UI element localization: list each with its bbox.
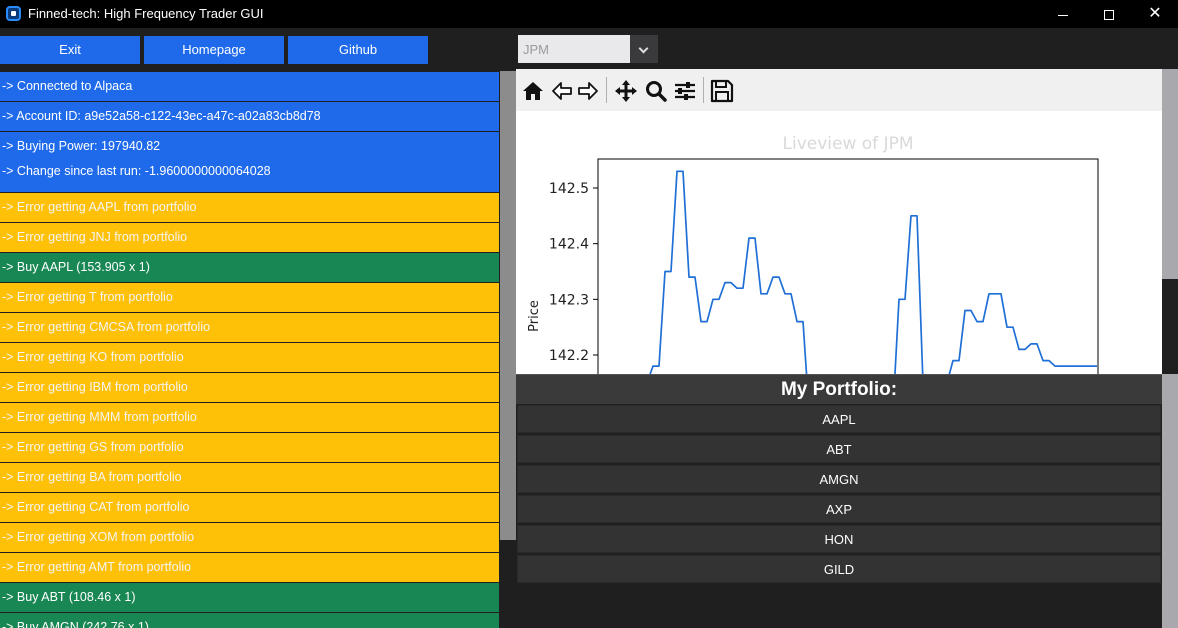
- title-bar[interactable]: Finned-tech: High Frequency Trader GUI ✕: [0, 0, 1178, 28]
- log-entry: -> Buying Power: 197940.82: [0, 132, 499, 161]
- log-entry: -> Error getting T from portfolio: [0, 283, 499, 312]
- zoom-magnifier-icon[interactable]: [643, 78, 669, 104]
- log-entry: -> Error getting IBM from portfolio: [0, 373, 499, 402]
- log-entry: -> Error getting GS from portfolio: [0, 433, 499, 462]
- y-tick-label: 142.4: [549, 237, 589, 253]
- ticker-select-value: JPM: [523, 42, 549, 57]
- back-arrow-icon[interactable]: [549, 78, 575, 104]
- toolbar-separator: [703, 77, 704, 103]
- log-entry: -> Error getting JNJ from portfolio: [0, 223, 499, 252]
- plot-toolbar: [516, 69, 1162, 111]
- minimize-button[interactable]: [1040, 0, 1086, 28]
- configure-sliders-icon[interactable]: [672, 78, 698, 104]
- log-entry: -> Error getting BA from portfolio: [0, 463, 499, 492]
- y-axis-label: Price: [527, 300, 542, 332]
- portfolio-panel: My Portfolio: AAPL ABT AMGN AXP HON GILD: [516, 374, 1162, 628]
- maximize-icon: [1104, 10, 1114, 21]
- portfolio-item[interactable]: ABT: [517, 435, 1161, 463]
- close-icon: ✕: [1148, 5, 1162, 22]
- chart-panel: Liveview of JPM 142.5 142.4 142.3 142.2 Price: [516, 69, 1162, 374]
- chart-title: Liveview of JPM: [783, 134, 914, 154]
- home-icon[interactable]: [520, 78, 546, 104]
- pan-move-icon[interactable]: [613, 78, 639, 104]
- log-entry: -> Account ID: a9e52a58-c122-43ec-a47c-a…: [0, 102, 499, 131]
- y-tick-label: 142.3: [549, 292, 589, 308]
- app-window: Finned-tech: High Frequency Trader GUI ✕…: [0, 0, 1178, 628]
- log-entry: -> Buy AMGN (242.76 x 1): [0, 613, 499, 628]
- portfolio-item[interactable]: AXP: [517, 495, 1161, 523]
- save-disk-icon[interactable]: [709, 78, 735, 104]
- log-scrollbar[interactable]: [500, 71, 516, 540]
- portfolio-item[interactable]: GILD: [517, 555, 1161, 583]
- log-entry: -> Error getting KO from portfolio: [0, 343, 499, 372]
- forward-arrow-icon[interactable]: [575, 78, 601, 104]
- portfolio-title: My Portfolio:: [516, 374, 1162, 404]
- portfolio-item[interactable]: AAPL: [517, 405, 1161, 433]
- chevron-down-icon[interactable]: [630, 35, 658, 63]
- log-entry: -> Error getting XOM from portfolio: [0, 523, 499, 552]
- maximize-button[interactable]: [1086, 0, 1132, 28]
- minimize-icon: [1058, 14, 1068, 16]
- y-tick-label: 142.2: [549, 348, 589, 364]
- log-entry: -> Error getting AMT from portfolio: [0, 553, 499, 582]
- portfolio-item[interactable]: AMGN: [517, 465, 1161, 493]
- exit-button[interactable]: Exit: [0, 36, 140, 64]
- scrollbar-thumb[interactable]: [1162, 279, 1178, 374]
- activity-log[interactable]: -> Connected to Alpaca -> Account ID: a9e…: [0, 71, 500, 628]
- homepage-button[interactable]: Homepage: [144, 36, 284, 64]
- portfolio-item[interactable]: HON: [517, 525, 1161, 553]
- github-button[interactable]: Github: [288, 36, 428, 64]
- log-entry: -> Buy ABT (108.46 x 1): [0, 583, 499, 612]
- toolbar-separator: [606, 77, 607, 103]
- right-scrollbar[interactable]: [1162, 69, 1178, 628]
- log-entry: -> Error getting CMCSA from portfolio: [0, 313, 499, 342]
- log-entry: -> Error getting MMM from portfolio: [0, 403, 499, 432]
- log-entry: -> Change since last run: -1.96000000000…: [0, 161, 499, 192]
- close-button[interactable]: ✕: [1132, 0, 1178, 28]
- plot-area-frame: [597, 158, 1099, 374]
- price-series-line: [649, 170, 1097, 374]
- window-title: Finned-tech: High Frequency Trader GUI: [28, 6, 264, 21]
- price-chart[interactable]: Liveview of JPM 142.5 142.4 142.3 142.2 Price: [516, 111, 1162, 374]
- y-tick-label: 142.5: [549, 181, 589, 197]
- app-logo-icon: [6, 6, 21, 21]
- log-entry: -> Connected to Alpaca: [0, 72, 499, 101]
- log-entry: -> Buy AAPL (153.905 x 1): [0, 253, 499, 282]
- ticker-select[interactable]: JPM: [518, 35, 658, 63]
- log-entry: -> Error getting AAPL from portfolio: [0, 193, 499, 222]
- log-entry: -> Error getting CAT from portfolio: [0, 493, 499, 522]
